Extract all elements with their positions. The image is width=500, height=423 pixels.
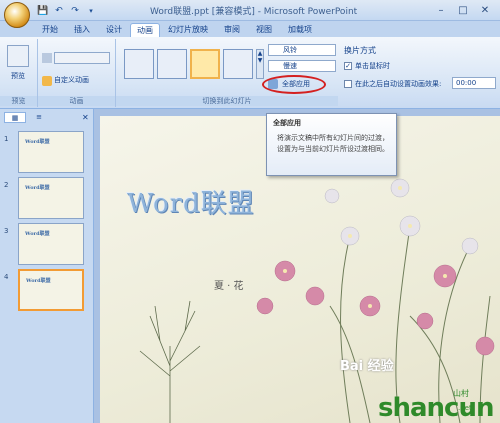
transition-thumb-1[interactable] [124,49,154,79]
tab-insert[interactable]: 插入 [68,23,96,37]
transition-sound-select[interactable]: 风铃 [268,44,336,56]
slides-pane: ▦ ≡ ✕ 1 Word联盟 2 Word联盟 3 Word联盟 4 Word联… [0,109,94,423]
tab-review[interactable]: 审阅 [218,23,246,37]
slide-number: 3 [4,227,9,235]
preview-group-label: 预览 [0,96,37,106]
slide-thumb-title: Word联盟 [25,231,50,237]
window-title: Word联盟.ppt [兼容模式] - Microsoft PowerPoint [150,7,358,17]
slide-thumbnail-2[interactable]: Word联盟 [18,177,84,219]
tab-view[interactable]: 视图 [250,23,278,37]
animation-group-label: 动画 [38,96,115,106]
slide-thumbnail-1[interactable]: Word联盟 [18,131,84,173]
transition-group: ▲ ▼ 风铃 慢速 全部应用 切换到此幻灯片 [116,39,338,107]
slide-thumb-title: Word联盟 [25,185,50,191]
tab-slideshow[interactable]: 幻灯片放映 [162,23,214,37]
transition-scroll[interactable]: ▲ ▼ [256,49,264,79]
preview-icon[interactable] [7,45,29,67]
advance-header: 换片方式 [344,46,376,55]
slide-thumbnail-4[interactable]: Word联盟 [18,269,84,311]
tooltip-header: 全部应用 [273,119,301,127]
custom-animation-icon [42,76,52,86]
slide-number: 1 [4,135,9,143]
custom-animation-button[interactable]: 自定义动画 [54,75,89,87]
baidu-watermark: Bai 经验 [340,359,394,374]
tab-home[interactable]: 开始 [36,23,64,37]
slide-title[interactable]: Word联盟 [127,183,255,220]
slide-number: 4 [4,273,9,281]
slide-number: 2 [4,181,9,189]
animation-group: 自定义动画 动画 [38,39,116,107]
close-pane-icon[interactable]: ✕ [82,113,89,122]
tab-animations[interactable]: 动画 [130,23,160,37]
slide-thumb-title: Word联盟 [26,278,51,284]
redo-icon[interactable]: ↷ [68,4,82,18]
animate-select[interactable] [54,52,110,64]
auto-advance-label: 在此之后自动设置动画效果: [355,80,442,88]
tab-addins[interactable]: 加载项 [282,23,318,37]
transition-speed-select[interactable]: 慢速 [268,60,336,72]
slide-thumbnail-3[interactable]: Word联盟 [18,223,84,265]
undo-icon[interactable]: ↶ [52,4,66,18]
save-icon[interactable]: 💾 [36,4,50,18]
tab-outline[interactable]: ≡ [28,112,50,123]
ribbon: 预览 预览 自定义动画 动画 ▲ ▼ 风铃 慢速 全部应用 切换到此幻灯片 换片方… [0,37,500,109]
tooltip-body: 将演示文稿中所有幻灯片间的过渡，设置为与当前幻灯片所设过渡相同。 [277,134,389,153]
site-watermark-url: .net [458,404,472,412]
office-button[interactable] [4,2,30,28]
highlight-circle [262,75,326,94]
auto-advance-option[interactable]: 在此之后自动设置动画效果: [344,79,441,89]
on-click-checkbox[interactable]: ✓ [344,62,352,70]
preview-button[interactable]: 预览 [4,71,32,81]
close-button[interactable]: ✕ [474,3,496,18]
site-watermark: shancun [378,393,494,423]
tab-slides[interactable]: ▦ [4,112,26,123]
auto-advance-checkbox[interactable] [344,80,352,88]
advance-group: 换片方式 ✓ 单击鼠标时 在此之后自动设置动画效果: 00:00 [338,39,500,107]
auto-time-input[interactable]: 00:00 [452,77,496,89]
transition-thumb-2[interactable] [157,49,187,79]
customize-qat-icon[interactable]: ▾ [84,4,98,18]
on-click-label: 单击鼠标时 [355,62,390,70]
title-bar: 💾 ↶ ↷ ▾ Word联盟.ppt [兼容模式] - Microsoft Po… [0,0,500,28]
maximize-button[interactable]: □ [452,3,474,18]
transition-group-label: 切换到此幻灯片 [116,96,338,106]
minimize-button[interactable]: – [430,3,452,18]
slide-subtitle[interactable]: 夏 · 花 [214,277,244,292]
slide-thumb-title: Word联盟 [25,139,50,145]
transition-thumb-4[interactable] [223,49,253,79]
transition-thumb-selected[interactable] [190,49,220,79]
tab-design[interactable]: 设计 [100,23,128,37]
site-watermark-cn: 山村 [453,389,469,398]
animate-icon [42,53,52,63]
preview-group: 预览 预览 [0,39,38,107]
on-click-option[interactable]: ✓ 单击鼠标时 [344,61,390,71]
ribbon-tabs: 开始 插入 设计 动画 幻灯片放映 审阅 视图 加载项 [0,21,500,37]
apply-all-tooltip: 全部应用 将演示文稿中所有幻灯片间的过渡，设置为与当前幻灯片所设过渡相同。 [266,113,397,176]
